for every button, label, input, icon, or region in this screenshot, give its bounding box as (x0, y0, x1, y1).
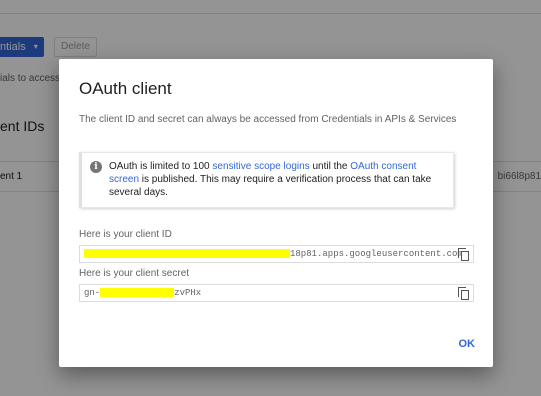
dialog-description: The client ID and secret can always be a… (79, 114, 457, 125)
copy-icon[interactable] (458, 248, 470, 261)
oauth-client-dialog: OAuth client The client ID and secret ca… (59, 59, 493, 367)
ok-button[interactable]: OK (459, 338, 476, 350)
info-text-part: OAuth is limited to 100 (109, 161, 213, 172)
info-text-part: until the (309, 161, 351, 172)
info-icon: i (90, 161, 102, 173)
client-secret-field[interactable]: gn-zvPHx (79, 284, 474, 302)
redaction-mark (100, 288, 175, 298)
client-id-field[interactable]: 18p81.apps.googleusercontent.com (79, 245, 474, 263)
info-text: OAuth is limited to 100 sensitive scope … (109, 160, 445, 207)
info-text-part: is published. This may require a verific… (109, 174, 432, 198)
redaction-mark (84, 249, 290, 259)
info-notice: i OAuth is limited to 100 sensitive scop… (79, 152, 454, 208)
client-secret-prefix: gn- (84, 288, 101, 298)
client-id-value: 18p81.apps.googleusercontent.com (290, 249, 463, 259)
client-id-label: Here is your client ID (79, 229, 172, 240)
copy-icon[interactable] (458, 287, 470, 300)
client-secret-suffix: zvPHx (174, 288, 202, 298)
sensitive-scope-logins-link[interactable]: sensitive scope logins (212, 161, 309, 172)
dialog-title: OAuth client (79, 79, 172, 98)
client-secret-label: Here is your client secret (79, 268, 190, 279)
